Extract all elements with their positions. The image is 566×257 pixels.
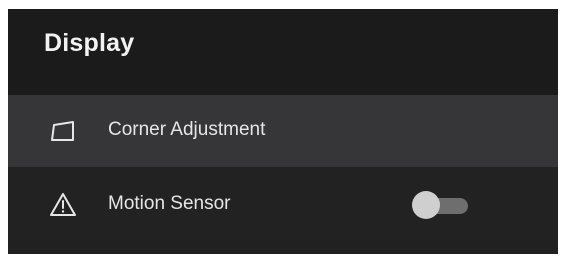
warning-triangle-icon bbox=[48, 190, 78, 220]
menu-item-label: Corner Adjustment bbox=[108, 119, 266, 140]
motion-sensor-toggle[interactable] bbox=[412, 190, 468, 220]
corner-adjustment-icon bbox=[48, 116, 78, 146]
menu-item-corner-adjustment[interactable]: Corner Adjustment bbox=[8, 95, 558, 167]
toggle-knob bbox=[412, 191, 440, 219]
page-title: Display bbox=[44, 29, 135, 57]
menu-item-motion-sensor[interactable]: Motion Sensor bbox=[8, 169, 558, 241]
menu-item-label: Motion Sensor bbox=[108, 193, 231, 214]
header: Display bbox=[8, 9, 558, 95]
display-settings-panel: Display Corner Adjustment Motion Sensor bbox=[8, 9, 558, 254]
